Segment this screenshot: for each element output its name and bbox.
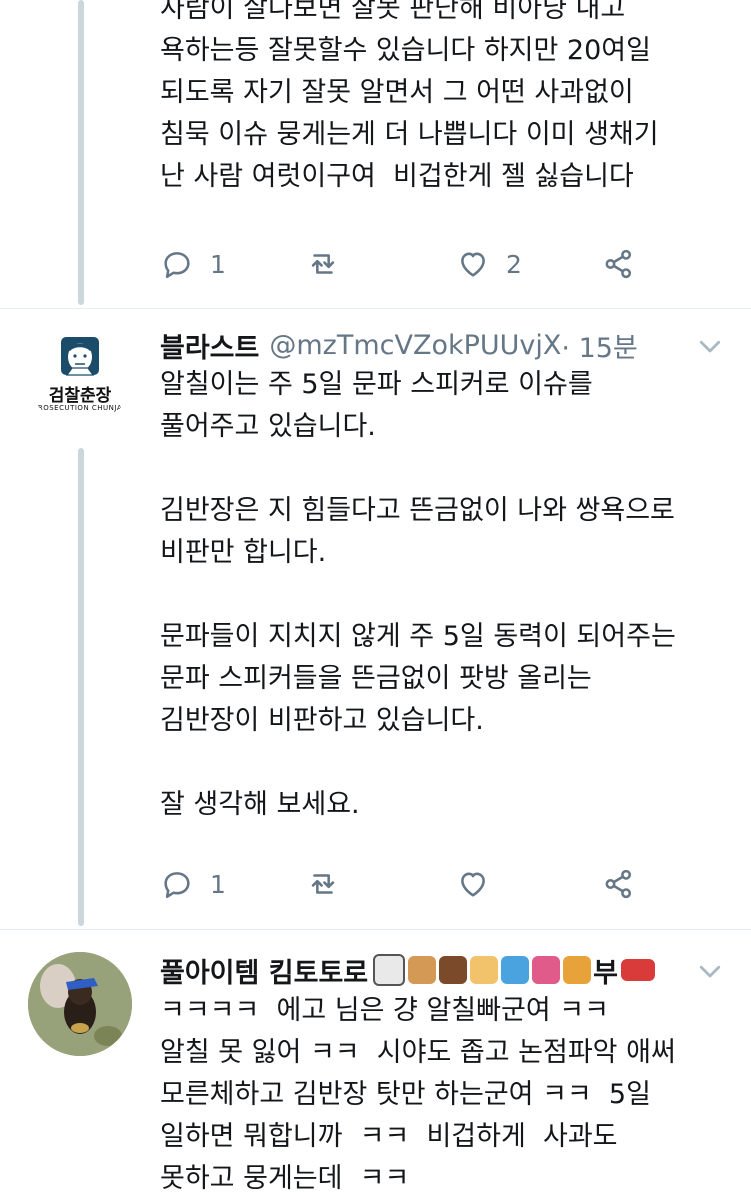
dog-face-icon [373,954,406,986]
chevron-down-icon[interactable] [695,331,725,361]
scientist-icon [470,956,499,984]
tweet[interactable]: 사람이 살다보면 잘못 판단해 비아냥 내고 욕하는등 잘못할수 있습니다 하지… [0,0,751,308]
username[interactable]: @mzTmcVZokPUUvjX [269,330,561,361]
avatar[interactable] [28,952,132,1056]
tweet-text: ㅋㅋㅋㅋ 에고 님은 걍 알칠빠군여 ㅋㅋ 알칠 못 잃어 ㅋㅋ 시야도 좁고 … [160,995,676,1194]
tweet-actions: 1 2 [160,244,640,284]
paw-prints-icon [439,956,468,984]
share-button[interactable] [602,864,636,904]
share-icon [605,869,632,899]
reply-button[interactable]: 1 [160,244,226,284]
cyclist-icon [563,956,592,984]
retweet-button[interactable] [306,244,356,284]
share-button[interactable] [602,244,636,284]
tweet[interactable]: 검찰춘장 ROSECUTION CHUNJA 블라스트 @mzTmcVZokPU… [0,309,751,929]
like-button[interactable] [456,864,506,904]
heart-icon [461,252,485,277]
retweet-button[interactable] [306,864,356,904]
tweet[interactable]: 풀아이템 킴토토로 부 ㅋㅋㅋㅋ 에고 님은 걍 알칠빠군여 ㅋㅋ 알칠 못 잃… [0,930,751,1200]
heart-icon [461,872,485,897]
display-name[interactable]: 풀아이템 킴토토로 [160,951,368,990]
tweet-text: 사람이 살다보면 잘못 판단해 비아냥 내고 욕하는등 잘못할수 있습니다 하지… [160,0,659,192]
tweet-text: 알칠이는 주 5일 문파 스피커로 이슈를 풀어주고 있습니다. 김반장은 지 … [160,369,676,820]
reply-icon [164,872,190,899]
swimmer-icon [501,956,530,984]
avatar-title: 검찰춘장 [48,386,112,406]
car-icon [620,959,655,981]
like-count: 2 [506,249,522,279]
display-name[interactable]: 블라스트 [160,326,259,365]
retweet-icon [311,874,335,894]
runner-icon [532,956,561,984]
timestamp[interactable]: · 15분 [561,326,637,365]
tweet-header: 풀아이템 킴토토로 부 [160,948,691,992]
reply-icon [164,252,190,279]
avatar[interactable]: 검찰춘장 ROSECUTION CHUNJA [28,323,132,427]
chevron-down-icon[interactable] [695,956,725,986]
name-emoji-icons [370,954,592,986]
retweet-icon [311,254,335,274]
tweet-header: 블라스트 @mzTmcVZokPUUvjX · 15분 [160,323,731,367]
reply-button[interactable]: 1 [160,864,226,904]
avatar-subtitle: ROSECUTION CHUNJA [37,404,123,412]
reply-count: 1 [210,869,226,899]
share-icon [605,249,632,279]
reply-count: 1 [210,249,226,279]
dog-icon [408,956,437,984]
like-button[interactable]: 2 [456,244,522,284]
name-suffix: 부 [593,957,618,989]
tweet-actions: 1 [160,864,640,904]
dog-photo-icon [28,952,132,1056]
